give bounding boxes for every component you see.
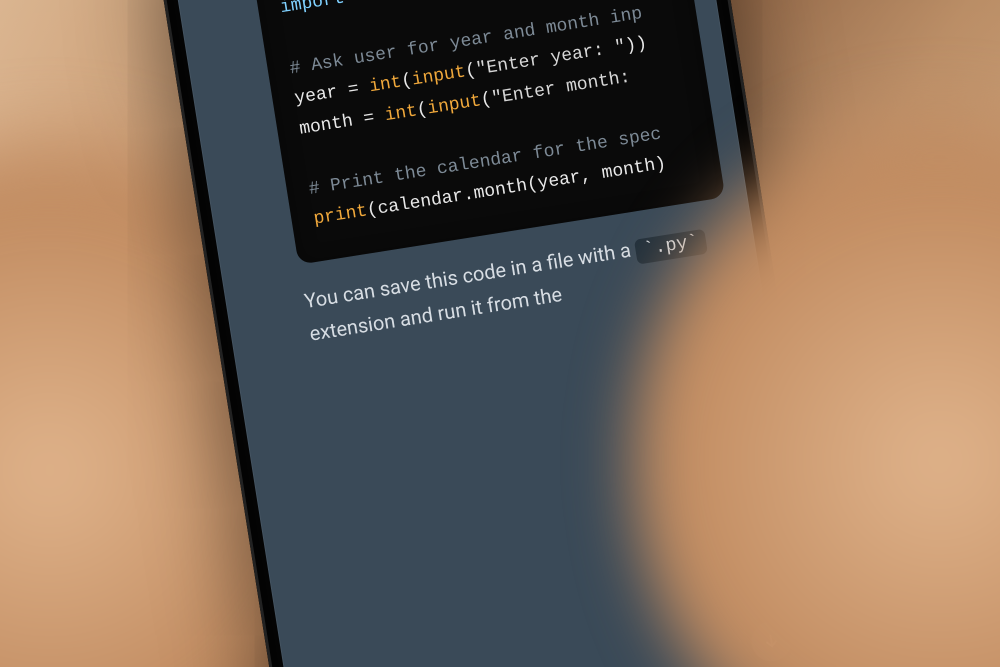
assistant-text: Here is an example code in Python that u… <box>228 0 739 349</box>
chat-scroll[interactable]: Here is an example code in Python that u… <box>161 0 839 667</box>
phone-body: Here is an example code in Python that u… <box>145 0 855 667</box>
inline-code-token: `.py` <box>634 228 708 264</box>
code-content: import calendar # Ask user for year and … <box>253 0 725 264</box>
scene: Here is an example code in Python that u… <box>0 0 1000 667</box>
phone: Here is an example code in Python that u… <box>145 0 855 667</box>
code-block: python Copy code import calendar # Ask u… <box>246 0 726 264</box>
arrow-down-icon <box>760 629 783 652</box>
scroll-to-bottom-button[interactable] <box>749 618 795 664</box>
assistant-message: Here is an example code in Python that u… <box>173 0 739 357</box>
screen: Here is an example code in Python that u… <box>161 0 839 667</box>
